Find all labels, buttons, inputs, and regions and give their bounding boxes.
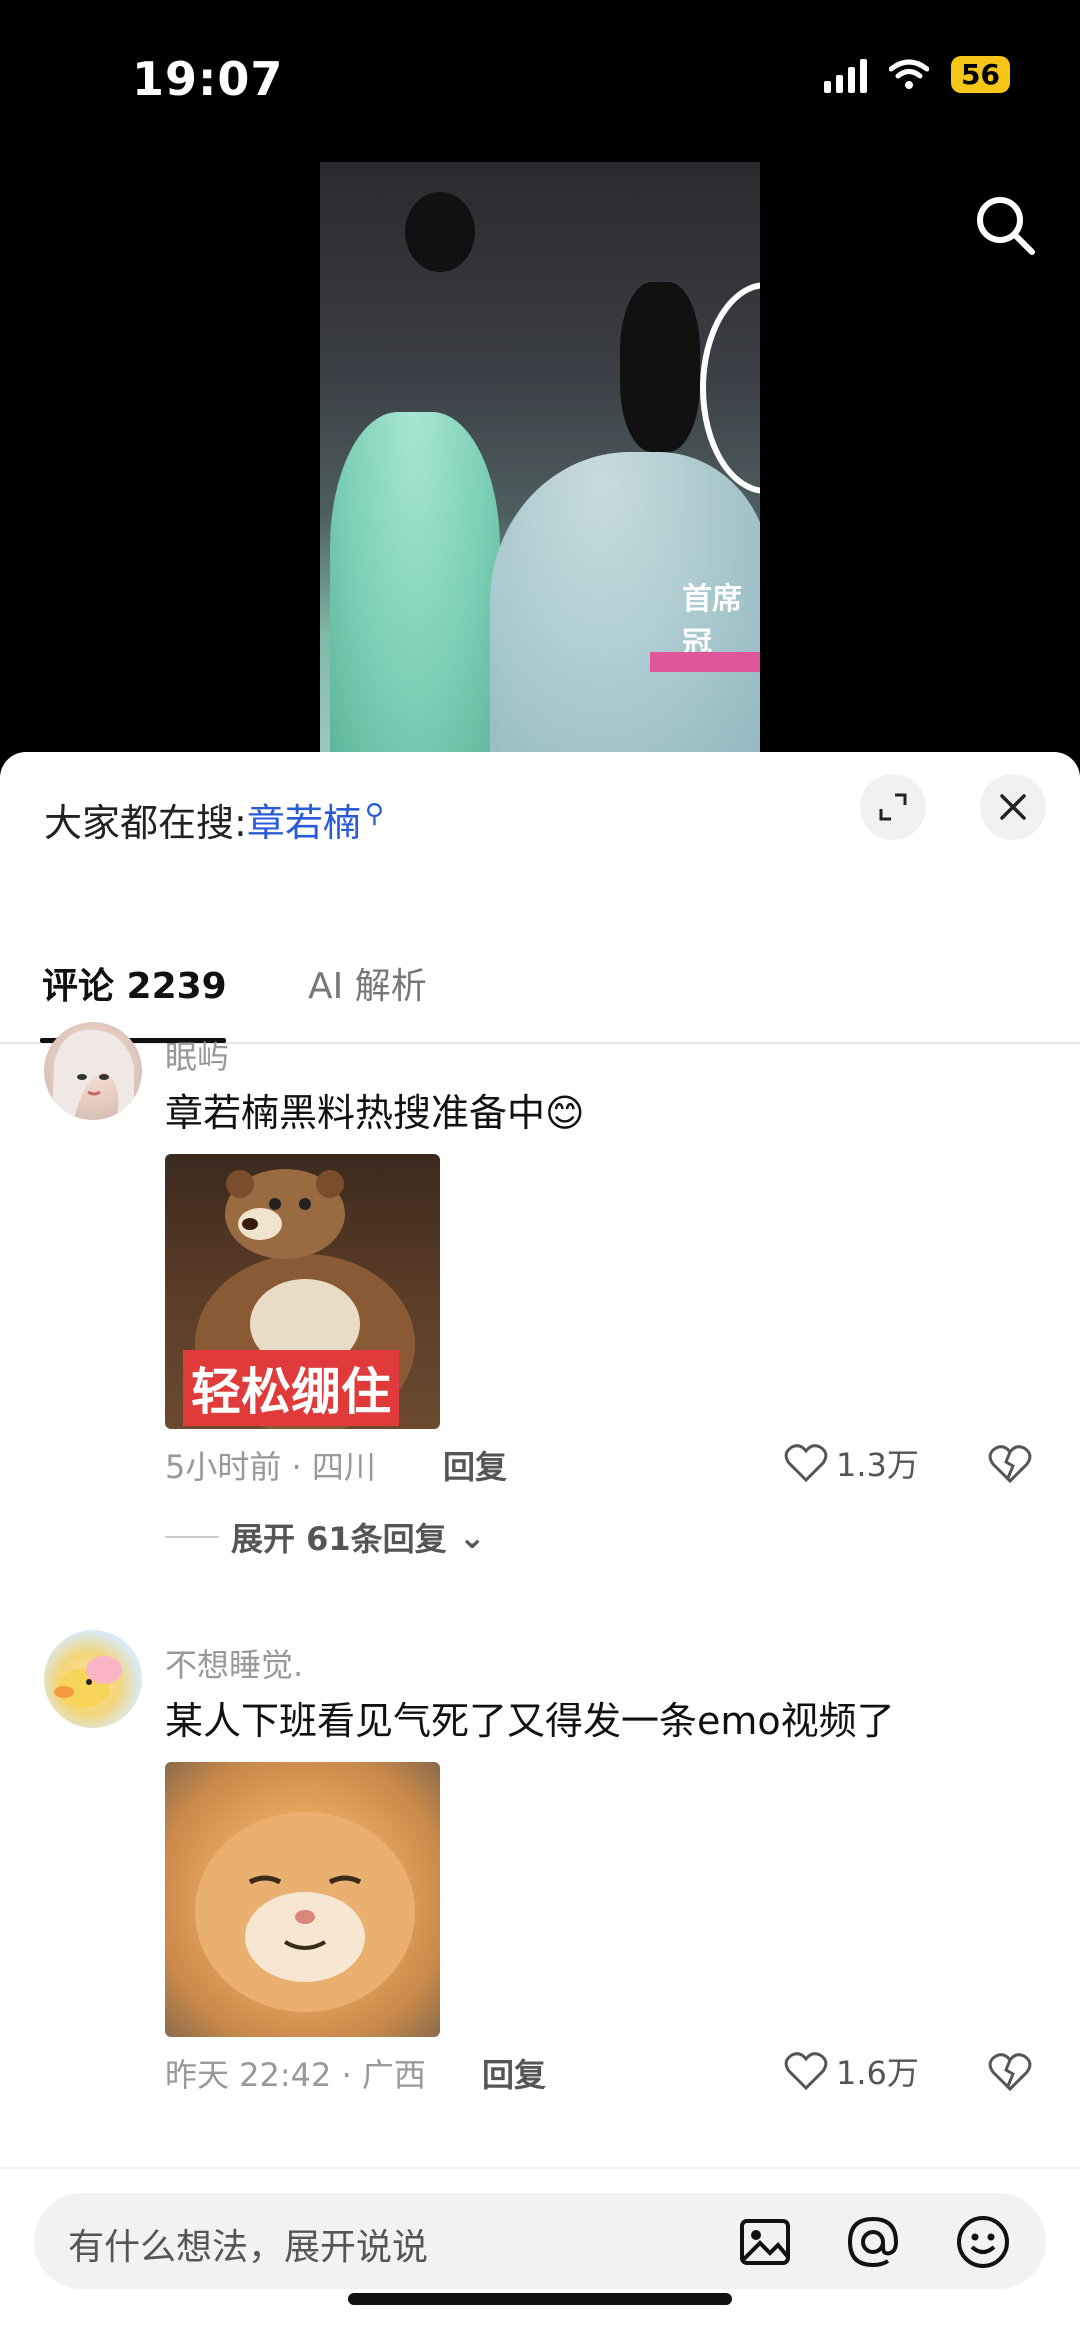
expand-icon [879,793,907,821]
mention-icon[interactable] [842,2211,904,2273]
sticker-caption: 轻松绷住 [183,1350,399,1426]
broken-heart-icon[interactable] [988,1442,1032,1486]
image-icon[interactable] [734,2211,796,2273]
tab-comments[interactable]: 评论 2239 [42,957,227,1009]
reply-button[interactable]: 回复 [443,1442,507,1488]
status-time: 19:07 [132,52,284,106]
tab-ai-analysis[interactable]: AI 解析 [308,957,427,1009]
expand-replies-button[interactable]: 展开 61条回复 ⌄ [165,1514,486,1560]
comment-text: 章若楠黑料热搜准备中😊 [165,1091,585,1135]
comment-username[interactable]: 不想睡觉. [165,1640,303,1686]
search-icon: ⚲ [364,799,384,830]
app-screen: 19:07 56 首席冠 大家都在搜:章若楠 ⚲ 评论 2239 AI 解析 眠… [0,0,1080,2341]
reply-button[interactable]: 回复 [482,2050,546,2096]
wifi-icon [889,59,930,89]
comment-tabs: 评论 2239 AI 解析 [0,902,1080,1044]
comment-text: 某人下班看见气死了又得发一条emo视频了 [165,1699,895,1743]
chevron-down-icon: ⌄ [458,1518,486,1556]
comment-meta: 昨天 22:42 · 广西 [165,2056,426,2094]
hot-search-row[interactable]: 大家都在搜:章若楠 ⚲ [44,792,384,847]
close-button[interactable] [980,774,1046,840]
avatar-face [52,1029,134,1120]
like-count: 1.3万 [836,1446,919,1484]
like-button[interactable]: 1.3万 [784,1440,919,1486]
signal-icon [824,57,868,93]
expand-sheet-button[interactable] [860,774,926,840]
heart-icon [784,2052,828,2091]
video-overlay-text: 首席冠 [682,582,742,661]
video-figure [405,192,475,272]
heart-icon [784,1444,828,1483]
broken-heart-icon[interactable] [988,2050,1032,2094]
comment-sticker-image[interactable] [165,1762,440,2037]
status-indicators: 56 [824,56,1010,93]
like-button[interactable]: 1.6万 [784,2048,919,2094]
cat-sticker [195,1812,415,2012]
comment-composer: 有什么想法，展开说说 [0,2167,1080,2341]
comment-username[interactable]: 眠屿 [165,1032,229,1078]
expand-replies-label: 展开 61条回复 [231,1520,447,1558]
comment-input[interactable]: 有什么想法，展开说说 [34,2193,1046,2289]
comment-meta: 5小时前 · 四川 [165,1448,376,1486]
battery-indicator: 56 [951,56,1010,93]
video-figure [620,282,700,452]
comment-sticker-image[interactable]: 轻松绷住 [165,1154,440,1429]
close-icon [1000,794,1026,820]
avatar[interactable] [44,1022,142,1120]
home-indicator[interactable] [348,2293,732,2305]
hot-search-keyword[interactable]: 章若楠 [247,801,361,845]
video-figure [330,412,500,752]
divider [165,1536,219,1538]
emoji-icon[interactable] [952,2211,1014,2273]
avatar[interactable] [44,1630,142,1728]
avatar-duck [54,1656,122,1708]
like-count: 1.6万 [836,2054,919,2092]
stage-light [650,652,760,672]
stage-ring-decoration [700,282,760,494]
comment-input-placeholder: 有什么想法，展开说说 [68,2227,429,2268]
comment-sheet: 大家都在搜:章若楠 ⚲ 评论 2239 AI 解析 眠屿 章若楠黑料热搜准备中😊… [0,752,1080,2341]
search-icon[interactable] [970,190,1040,260]
hot-search-prefix: 大家都在搜: [44,801,247,845]
video-player[interactable]: 首席冠 [320,162,760,752]
